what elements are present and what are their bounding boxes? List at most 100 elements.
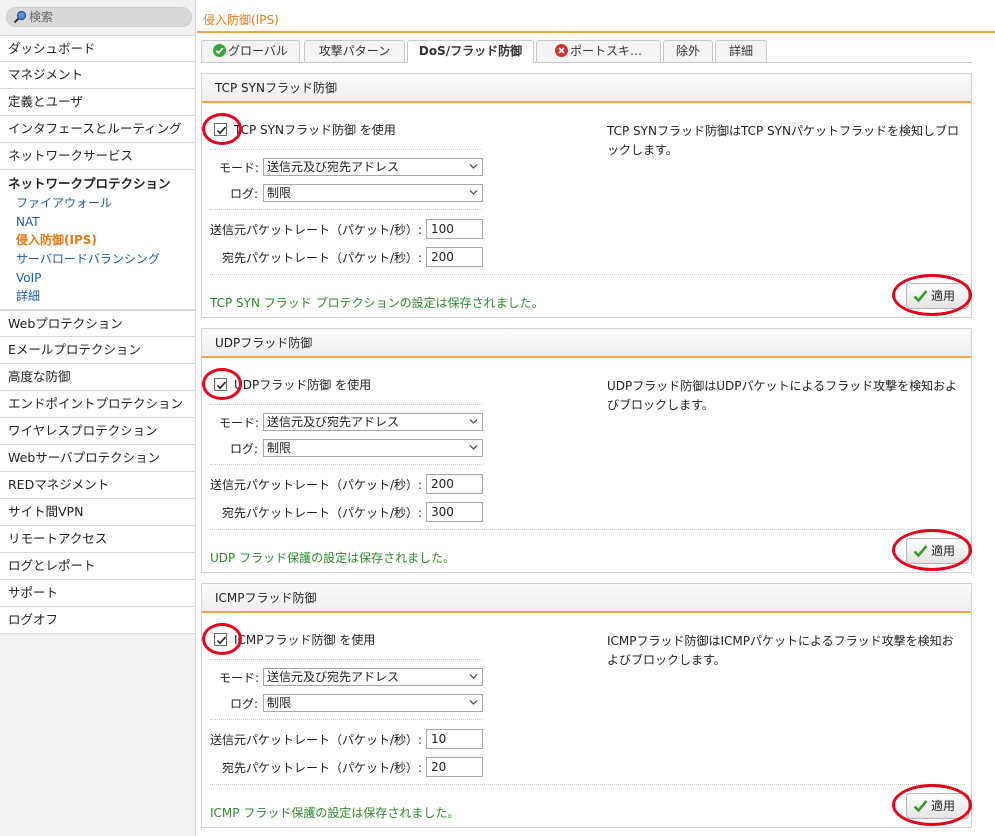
nav-subitem-nat[interactable]: NAT	[0, 213, 195, 232]
apply-button[interactable]: 適用	[906, 538, 969, 564]
log-value: 制限	[267, 441, 292, 455]
sidebar: ダッシュボード マネジメント 定義とユーザ インタフェースとルーティング ネット…	[0, 0, 196, 836]
nav-item-web-protection[interactable]: Webプロテクション	[0, 310, 195, 338]
panel-description: TCP SYNフラッド防御はTCP SYNパケットフラッドを検知しブロックします…	[607, 124, 959, 157]
chevron-down-icon	[469, 190, 478, 195]
nav-item-email-protection[interactable]: Eメールプロテクション	[0, 337, 195, 365]
mode-value: 送信元及び宛先アドレス	[267, 160, 400, 174]
checkmark-icon	[216, 126, 227, 135]
nav-list-top: ダッシュボード マネジメント 定義とユーザ インタフェースとルーティング ネット…	[0, 35, 195, 170]
apply-button[interactable]: 適用	[906, 283, 969, 309]
nav-item-wireless-protection[interactable]: ワイヤレスプロテクション	[0, 418, 195, 446]
search-area	[0, 0, 195, 35]
nav-subitem-ips[interactable]: 侵入防御(IPS)	[0, 231, 195, 250]
tab-label: 攻撃パターン	[318, 44, 391, 58]
enable-label: UDPフラッド防御 を使用	[234, 378, 372, 392]
mode-value: 送信元及び宛先アドレス	[267, 415, 400, 429]
panel-tcp-syn-flood: TCP SYNフラッド防御 TCP SYNフラッド防御 を使用 モード: 送信元…	[201, 73, 972, 318]
divider	[210, 274, 965, 275]
nav-item-definitions-users[interactable]: 定義とユーザ	[0, 89, 195, 116]
divider	[210, 719, 482, 720]
apply-button[interactable]: 適用	[906, 793, 969, 819]
divider	[210, 404, 482, 405]
nav-item-interfaces-routing[interactable]: インタフェースとルーティング	[0, 116, 195, 143]
nav-group-network-protection: ネットワークプロテクション ファイアウォール NAT 侵入防御(IPS) サーバ…	[0, 170, 195, 311]
divider	[210, 464, 482, 465]
apply-label: 適用	[931, 544, 956, 558]
nav-item-network-services[interactable]: ネットワークサービス	[0, 143, 195, 170]
mode-select[interactable]: 送信元及び宛先アドレス	[263, 413, 483, 431]
enable-label: ICMPフラッド防御 を使用	[234, 633, 376, 647]
src-rate-input[interactable]: 10	[426, 729, 483, 749]
search-icon	[13, 10, 27, 24]
mode-label: モード:	[219, 161, 260, 175]
saved-message: ICMP フラッド保護の設定は保存されました。	[210, 806, 460, 820]
nav-item-support[interactable]: サポート	[0, 580, 195, 608]
dst-rate-label: 宛先パケットレート（パケット/秒）:	[222, 251, 423, 265]
nav-item-logs-reports[interactable]: ログとレポート	[0, 553, 195, 581]
log-value: 制限	[267, 696, 292, 710]
nav-subitem-firewall[interactable]: ファイアウォール	[0, 194, 195, 213]
enable-checkbox[interactable]	[214, 633, 227, 646]
enable-label: TCP SYNフラッド防御 を使用	[234, 123, 396, 137]
nav-list-bottom: Webプロテクション Eメールプロテクション 高度な防御 エンドポイントプロテク…	[0, 310, 195, 635]
mode-value: 送信元及び宛先アドレス	[267, 670, 400, 684]
tab-advanced[interactable]: 詳細	[715, 40, 767, 63]
tab-label: 除外	[675, 44, 700, 58]
check-circle-icon	[213, 44, 227, 57]
log-label: ログ:	[230, 697, 259, 711]
apply-label: 適用	[931, 289, 956, 303]
saved-message: TCP SYN フラッド プロテクションの設定は保存されました。	[210, 296, 544, 310]
nav-item-dashboard[interactable]: ダッシュボード	[0, 35, 195, 62]
saved-message: UDP フラッド保護の設定は保存されました。	[210, 551, 456, 565]
dst-rate-input[interactable]: 200	[426, 247, 483, 267]
tab-attack-patterns[interactable]: 攻撃パターン	[304, 40, 405, 63]
nav-menu: ダッシュボード マネジメント 定義とユーザ インタフェースとルーティング ネット…	[0, 35, 195, 635]
src-rate-input[interactable]: 200	[426, 474, 483, 494]
nav-item-remote-access[interactable]: リモートアクセス	[0, 526, 195, 554]
nav-item-logoff[interactable]: ログオフ	[0, 607, 195, 635]
nav-item-advanced-protection[interactable]: 高度な防御	[0, 364, 195, 392]
nav-group-title[interactable]: ネットワークプロテクション	[0, 174, 195, 194]
src-rate-label: 送信元パケットレート（パケット/秒）:	[210, 733, 423, 747]
enable-checkbox[interactable]	[214, 378, 227, 391]
divider	[210, 529, 965, 530]
nav-item-endpoint-protection[interactable]: エンドポイントプロテクション	[0, 391, 195, 419]
dst-rate-input[interactable]: 300	[426, 502, 483, 522]
search-box[interactable]	[6, 7, 192, 27]
nav-item-management[interactable]: マネジメント	[0, 62, 195, 89]
log-select[interactable]: 制限	[263, 439, 483, 457]
panel-icmp-flood: ICMPフラッド防御 ICMPフラッド防御 を使用 モード: 送信元及び宛先アド…	[201, 583, 972, 828]
panel-title: ICMPフラッド防御	[202, 584, 971, 613]
nav-item-site-to-site-vpn[interactable]: サイト間VPN	[0, 499, 195, 527]
dst-rate-input[interactable]: 20	[426, 757, 483, 777]
mode-select[interactable]: 送信元及び宛先アドレス	[263, 158, 483, 176]
tab-port-scan[interactable]: ポートスキ…	[536, 40, 661, 63]
enable-checkbox[interactable]	[214, 123, 227, 136]
panel-title: UDPフラッド防御	[202, 329, 971, 358]
log-select[interactable]: 制限	[263, 694, 483, 712]
chevron-down-icon	[469, 445, 478, 450]
panel-title: TCP SYNフラッド防御	[202, 74, 971, 103]
mode-select[interactable]: 送信元及び宛先アドレス	[263, 668, 483, 686]
tab-label: DoS/フラッド防御	[418, 44, 523, 58]
mode-label: モード:	[219, 416, 260, 430]
nav-item-red-management[interactable]: REDマネジメント	[0, 472, 195, 500]
chevron-down-icon	[469, 674, 478, 679]
tab-dos-flood[interactable]: DoS/フラッド防御	[407, 40, 534, 63]
tab-exceptions[interactable]: 除外	[663, 40, 713, 63]
search-input[interactable]	[29, 9, 179, 25]
divider	[210, 209, 482, 210]
nav-subitem-server-load-balancing[interactable]: サーバロードバランシング	[0, 250, 195, 269]
src-rate-input[interactable]: 100	[426, 219, 483, 239]
dst-rate-label: 宛先パケットレート（パケット/秒）:	[222, 761, 423, 775]
checkmark-icon	[913, 800, 928, 813]
nav-subitem-advanced[interactable]: 詳細	[0, 287, 195, 306]
log-select[interactable]: 制限	[263, 184, 483, 202]
nav-item-webserver-protection[interactable]: Webサーバプロテクション	[0, 445, 195, 473]
src-rate-label: 送信元パケットレート（パケット/秒）:	[210, 223, 423, 237]
page-header: 侵入防御(IPS)	[197, 0, 995, 33]
dst-rate-label: 宛先パケットレート（パケット/秒）:	[222, 506, 423, 520]
nav-subitem-voip[interactable]: VoIP	[0, 269, 195, 288]
tab-global[interactable]: グローバル	[201, 40, 300, 63]
